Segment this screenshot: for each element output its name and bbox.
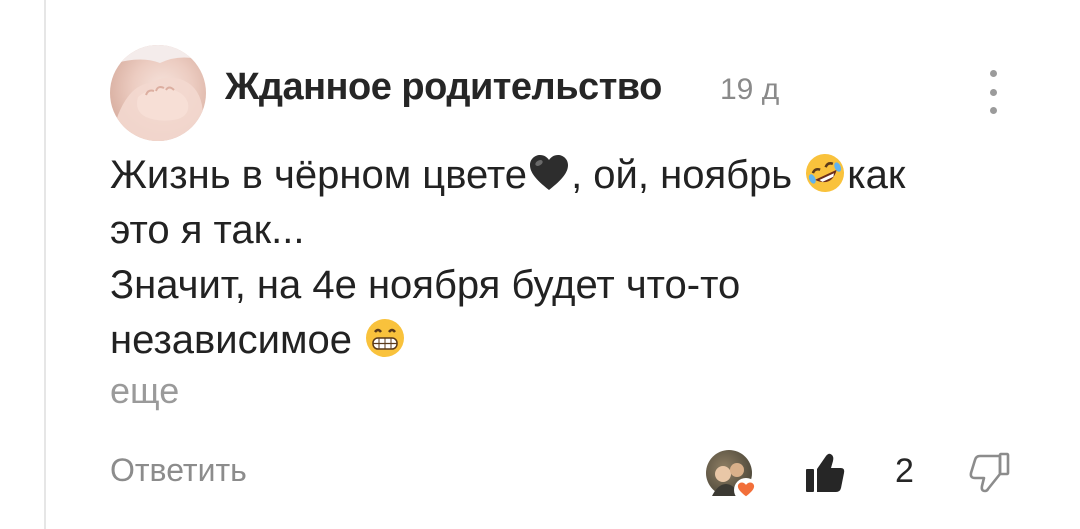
comment-line-1: Жизнь в чёрном цвете , ой, ноябрь как xyxy=(110,148,1010,203)
comment-timestamp: 19 д xyxy=(720,73,780,106)
thumbs-up-icon[interactable] xyxy=(802,450,848,496)
black-heart-icon xyxy=(530,155,569,190)
show-more-link[interactable]: еще xyxy=(110,370,179,412)
author-name[interactable]: Жданное родительство xyxy=(225,66,662,109)
comment-text: , ой, ноябрь xyxy=(571,153,804,197)
menu-dot xyxy=(989,70,997,77)
baby-hand-photo xyxy=(110,45,206,141)
grinning-emoji-icon xyxy=(366,319,405,357)
menu-dot xyxy=(989,88,997,96)
thumbs-down-icon[interactable] xyxy=(966,448,1012,494)
comment-text: Жизнь в чёрном цвете xyxy=(110,153,528,197)
comment-line-3: Значит, на 4е ноября будет что-то xyxy=(110,263,741,307)
menu-dot xyxy=(989,107,997,114)
comment-text: независимое xyxy=(110,318,364,362)
thread-line xyxy=(44,0,46,529)
comment-body: Жизнь в чёрном цвете , ой, ноябрь как это… xyxy=(110,148,1010,368)
rofl-emoji-icon xyxy=(806,154,845,192)
liker-avatar[interactable] xyxy=(706,450,758,502)
more-vertical-icon[interactable] xyxy=(978,70,1008,114)
heart-icon xyxy=(734,478,758,502)
reply-button[interactable]: Ответить xyxy=(110,452,247,489)
like-count: 2 xyxy=(895,452,914,490)
author-avatar[interactable] xyxy=(110,45,206,141)
comment-line-2: это я так... xyxy=(110,208,305,252)
comment-line-4: независимое xyxy=(110,313,1010,368)
comment-text: как xyxy=(847,153,906,197)
